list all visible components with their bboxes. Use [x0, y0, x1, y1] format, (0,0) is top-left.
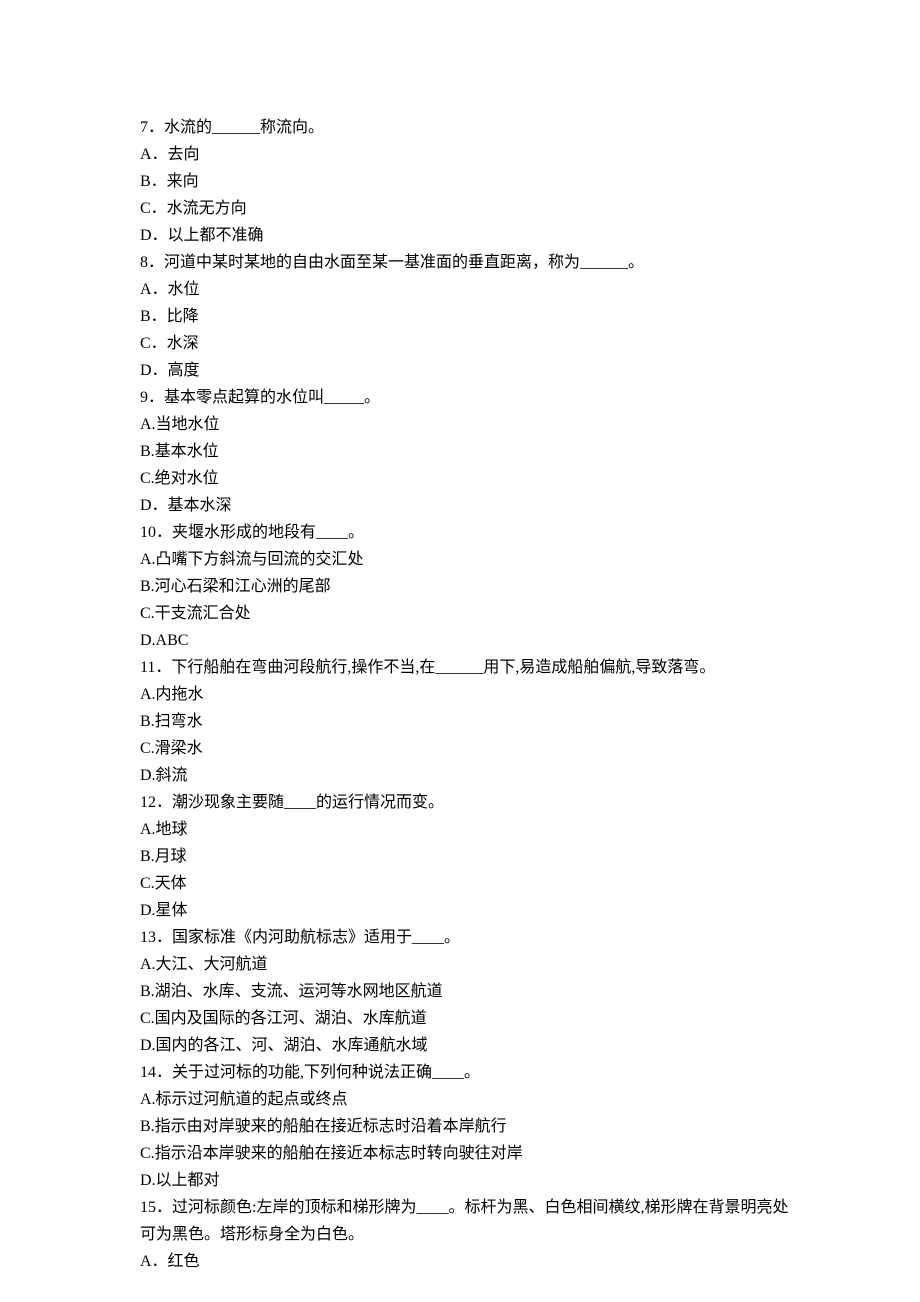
- question-stem: 14．关于过河标的功能,下列何种说法正确____。: [140, 1059, 800, 1086]
- question-option: C.指示沿本岸驶来的船舶在接近本标志时转向驶往对岸: [140, 1140, 800, 1167]
- question-option: D．基本水深: [140, 492, 800, 519]
- question-stem: 13．国家标准《内河助航标志》适用于____。: [140, 924, 800, 951]
- question-option: D.国内的各江、河、湖泊、水库通航水域: [140, 1032, 800, 1059]
- question-option: D.以上都对: [140, 1167, 800, 1194]
- question-option: C.天体: [140, 870, 800, 897]
- question-option: B.扫弯水: [140, 708, 800, 735]
- question-option: C.滑梁水: [140, 735, 800, 762]
- question-stem: 12．潮沙现象主要随____的运行情况而变。: [140, 789, 800, 816]
- question-option: A．去向: [140, 141, 800, 168]
- question-option: B．比降: [140, 303, 800, 330]
- question-option: B.基本水位: [140, 438, 800, 465]
- question-option: A.大江、大河航道: [140, 951, 800, 978]
- question-option: D．以上都不准确: [140, 222, 800, 249]
- question-option: B.河心石梁和江心洲的尾部: [140, 573, 800, 600]
- question-option: C．水流无方向: [140, 195, 800, 222]
- exam-page: 7．水流的______称流向。A．去向B．来向C．水流无方向D．以上都不准确8．…: [0, 0, 920, 1302]
- question-stem: 11．下行船舶在弯曲河段航行,操作不当,在______用下,易造成船舶偏航,导致…: [140, 654, 800, 681]
- question-stem: 9．基本零点起算的水位叫_____。: [140, 384, 800, 411]
- question-option: D.斜流: [140, 762, 800, 789]
- question-option: A．水位: [140, 276, 800, 303]
- question-stem: 7．水流的______称流向。: [140, 114, 800, 141]
- question-option: D.ABC: [140, 627, 800, 654]
- question-option: B.月球: [140, 843, 800, 870]
- question-stem: 8．河道中某时某地的自由水面至某一基准面的垂直距离，称为______。: [140, 249, 800, 276]
- question-option: D.星体: [140, 897, 800, 924]
- question-option: C.绝对水位: [140, 465, 800, 492]
- question-option: B．来向: [140, 168, 800, 195]
- question-stem: 15．过河标颜色:左岸的顶标和梯形牌为____。标杆为黑、白色相间横纹,梯形牌在…: [140, 1194, 800, 1248]
- question-option: C．水深: [140, 330, 800, 357]
- question-option: A.标示过河航道的起点或终点: [140, 1086, 800, 1113]
- question-option: D．高度: [140, 357, 800, 384]
- question-option: A.当地水位: [140, 411, 800, 438]
- question-option: B.湖泊、水库、支流、运河等水网地区航道: [140, 978, 800, 1005]
- question-option: A.内拖水: [140, 681, 800, 708]
- question-option: A．红色: [140, 1248, 800, 1275]
- question-stem: 10．夹堰水形成的地段有____。: [140, 519, 800, 546]
- question-option: A.地球: [140, 816, 800, 843]
- question-option: A.凸嘴下方斜流与回流的交汇处: [140, 546, 800, 573]
- question-option: C.干支流汇合处: [140, 600, 800, 627]
- question-option: C.国内及国际的各江河、湖泊、水库航道: [140, 1005, 800, 1032]
- question-option: B.指示由对岸驶来的船舶在接近标志时沿着本岸航行: [140, 1113, 800, 1140]
